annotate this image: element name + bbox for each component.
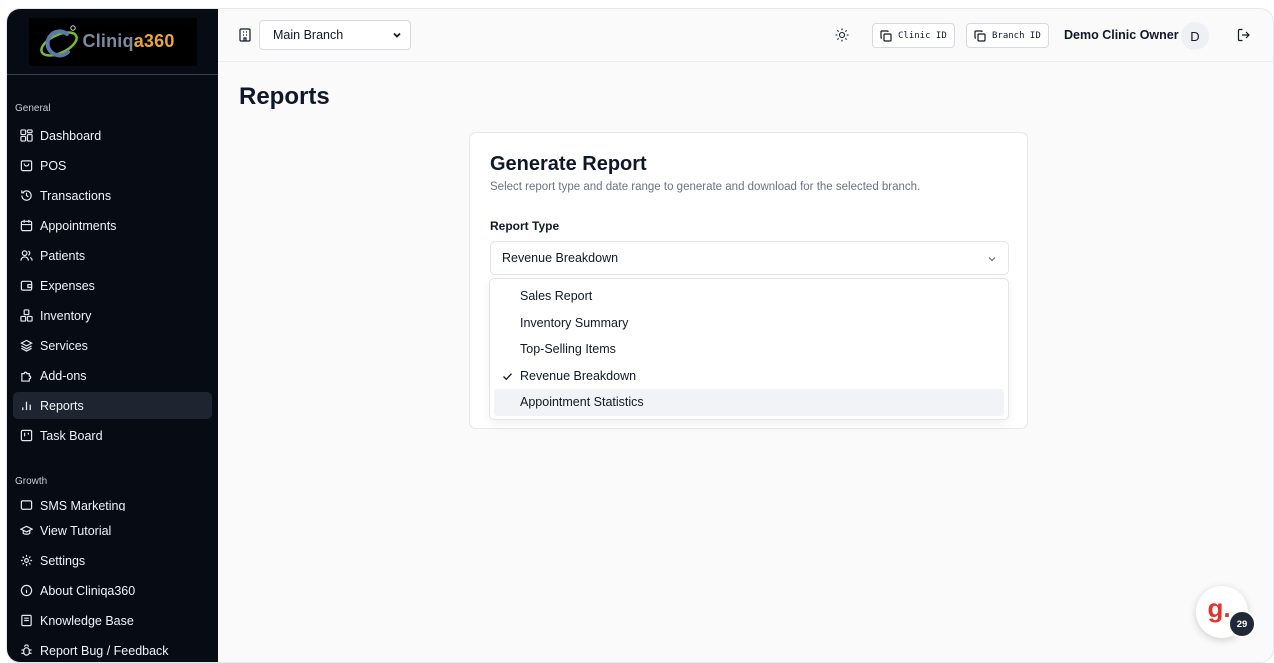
report-type-select[interactable]: Revenue Breakdown xyxy=(490,241,1009,275)
chevron-down-icon xyxy=(988,257,996,262)
logo-text: Cliniqa360 xyxy=(82,31,175,51)
option-label: Revenue Breakdown xyxy=(520,368,637,383)
sidebar-item-report-bug[interactable]: Report Bug / Feedback xyxy=(13,637,212,662)
logout-icon[interactable] xyxy=(1237,28,1251,42)
boxes-icon xyxy=(19,309,33,323)
sidebar-item-label: Add-ons xyxy=(40,368,87,383)
users-icon xyxy=(19,249,33,263)
sidebar-item-label: Dashboard xyxy=(40,128,102,143)
puzzle-icon xyxy=(19,369,33,383)
app-window: Cliniqa360 General Dashboard POS Transac… xyxy=(6,8,1274,663)
check-icon xyxy=(503,372,512,380)
logo[interactable]: Cliniqa360 xyxy=(28,17,197,66)
sidebar-item-label: Knowledge Base xyxy=(40,613,134,628)
info-icon xyxy=(19,584,33,598)
sidebar-item-label: Transactions xyxy=(40,188,112,203)
dashboard-icon xyxy=(19,129,33,143)
message-icon xyxy=(19,499,33,512)
sidebar-item-add-ons[interactable]: Add-ons xyxy=(13,362,212,389)
sidebar-item-label: Inventory xyxy=(40,308,92,323)
sidebar-item-about[interactable]: About Cliniqa360 xyxy=(13,577,212,604)
sidebar-item-patients[interactable]: Patients xyxy=(13,242,212,269)
option-label: Inventory Summary xyxy=(520,315,629,330)
sidebar-item-label: Patients xyxy=(40,248,86,263)
sidebar-item-label: Reports xyxy=(40,398,84,413)
sidebar-item-pos[interactable]: POS xyxy=(13,152,212,179)
notification-badge: 29 xyxy=(1228,610,1256,638)
avatar[interactable]: D xyxy=(1181,22,1209,50)
copy-branch-id-button[interactable]: Branch ID xyxy=(966,23,1049,48)
sidebar-item-label: Report Bug / Feedback xyxy=(40,643,169,658)
chevron-down-icon xyxy=(393,32,401,38)
sidebar-item-label: Task Board xyxy=(40,428,103,443)
option-label: Top-Selling Items xyxy=(520,342,616,357)
sidebar-item-label: Services xyxy=(40,338,88,353)
sidebar-item-knowledge-base[interactable]: Knowledge Base xyxy=(13,607,212,634)
copy-icon xyxy=(880,29,892,42)
kanban-icon xyxy=(19,429,33,443)
sidebar-item-settings[interactable]: Settings xyxy=(13,547,212,574)
sidebar-item-reports[interactable]: Reports xyxy=(13,392,212,419)
option-top-selling-items[interactable]: Top-Selling Items xyxy=(494,336,1004,363)
top-bar: Main Branch Clinic ID Branch ID Demo Cli… xyxy=(218,9,1273,62)
owner-name: Demo Clinic Owner xyxy=(1064,28,1179,42)
sidebar-item-label: POS xyxy=(40,158,67,173)
wallet-icon xyxy=(19,279,33,293)
sidebar-item-view-tutorial[interactable]: View Tutorial xyxy=(13,517,212,544)
branch-id-label: Branch ID xyxy=(992,30,1041,41)
sidebar-item-task-board[interactable]: Task Board xyxy=(13,422,212,449)
logo-mark-icon xyxy=(39,24,78,57)
sidebar-item-label: Expenses xyxy=(40,278,95,293)
branch-select-value: Main Branch xyxy=(273,28,344,42)
option-label: Sales Report xyxy=(520,289,593,304)
option-revenue-breakdown[interactable]: Revenue Breakdown xyxy=(494,363,1004,390)
bar-chart-icon xyxy=(19,399,33,413)
report-type-label: Report Type xyxy=(490,219,560,233)
sidebar-item-sms-marketing[interactable]: SMS Marketing xyxy=(13,498,212,511)
sidebar-item-dashboard[interactable]: Dashboard xyxy=(13,122,212,149)
sidebar: Cliniqa360 General Dashboard POS Transac… xyxy=(7,9,218,662)
option-inventory-summary[interactable]: Inventory Summary xyxy=(494,310,1004,337)
card-subtitle: Select report type and date range to gen… xyxy=(490,181,921,193)
card-title: Generate Report xyxy=(490,153,647,175)
page-title: Reports xyxy=(239,83,330,110)
sidebar-item-inventory[interactable]: Inventory xyxy=(13,302,212,329)
clinic-id-label: Clinic ID xyxy=(898,30,947,41)
widget-logo: g. xyxy=(1207,592,1231,623)
sidebar-item-label: View Tutorial xyxy=(40,523,112,538)
report-type-dropdown: Sales Report Inventory Summary Top-Selli… xyxy=(489,278,1009,420)
branch-select[interactable]: Main Branch xyxy=(259,20,411,50)
section-label-growth: Growth xyxy=(15,476,48,487)
sidebar-item-appointments[interactable]: Appointments xyxy=(13,212,212,239)
option-sales-report[interactable]: Sales Report xyxy=(494,283,1004,310)
copy-icon xyxy=(974,29,986,42)
sidebar-item-label: About Cliniqa360 xyxy=(40,583,136,598)
calendar-icon xyxy=(19,219,33,233)
copy-clinic-id-button[interactable]: Clinic ID xyxy=(872,23,955,48)
option-label: Appointment Statistics xyxy=(520,395,644,410)
section-label-general: General xyxy=(15,103,51,114)
bug-icon xyxy=(19,644,33,658)
report-type-value: Revenue Breakdown xyxy=(502,251,619,265)
book-icon xyxy=(19,614,33,628)
gear-icon xyxy=(19,554,33,568)
bag-icon xyxy=(19,159,33,173)
building-icon xyxy=(239,28,251,42)
history-icon xyxy=(19,189,33,203)
sidebar-scroll-area[interactable]: SMS Marketing xyxy=(7,498,218,511)
layers-icon xyxy=(19,339,33,353)
sidebar-item-expenses[interactable]: Expenses xyxy=(13,272,212,299)
option-appointment-statistics[interactable]: Appointment Statistics xyxy=(494,389,1004,416)
logo-area: Cliniqa360 xyxy=(7,9,218,75)
sidebar-item-label: Settings xyxy=(40,553,86,568)
graduation-cap-icon xyxy=(19,524,33,538)
sidebar-item-services[interactable]: Services xyxy=(13,332,212,359)
sidebar-item-label: Appointments xyxy=(40,218,117,233)
theme-toggle-sun-icon[interactable] xyxy=(835,28,849,42)
sidebar-item-label: SMS Marketing xyxy=(40,498,126,512)
sidebar-item-transactions[interactable]: Transactions xyxy=(13,182,212,209)
